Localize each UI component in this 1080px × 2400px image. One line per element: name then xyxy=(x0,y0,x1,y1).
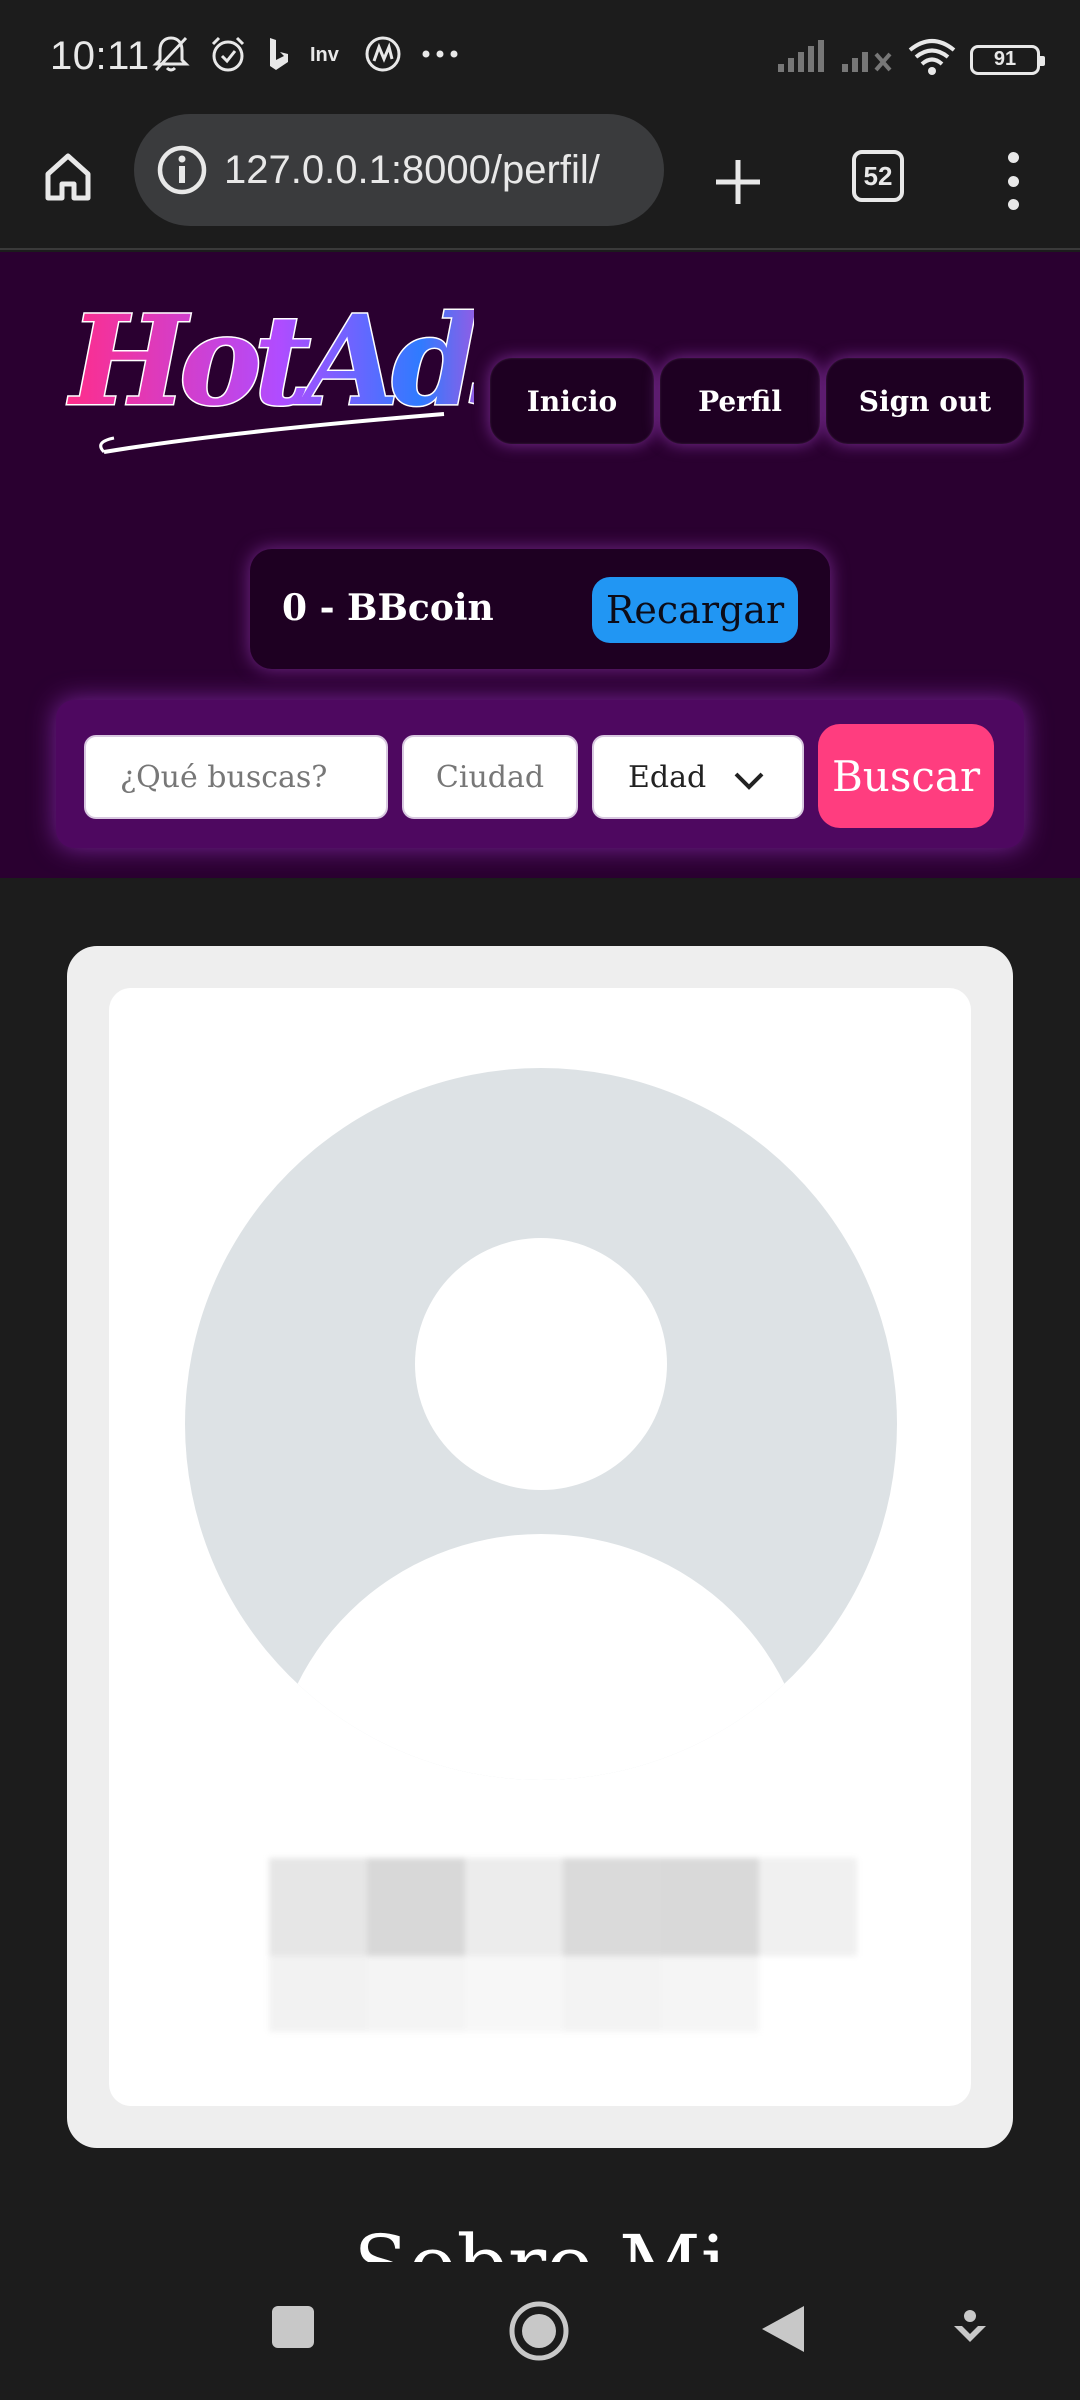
address-bar[interactable]: 127.0.0.1:8000/perfil/ xyxy=(134,114,664,226)
profile-card-inner xyxy=(109,988,971,2106)
wifi-icon xyxy=(908,38,956,81)
nav-inicio-button[interactable]: Inicio xyxy=(490,358,654,444)
battery-level: 91 xyxy=(993,48,1017,70)
assistant-button[interactable] xyxy=(950,2308,990,2353)
signal-icon xyxy=(776,40,826,79)
recent-apps-button[interactable] xyxy=(270,2304,316,2355)
about-me-heading: Sobre Mi xyxy=(0,2210,1080,2262)
search-button[interactable]: Buscar xyxy=(818,724,994,828)
alarm-icon xyxy=(208,34,248,74)
mute-bell-icon xyxy=(152,34,190,74)
more-icon xyxy=(420,48,460,60)
svg-text:Inv: Inv xyxy=(310,44,340,66)
recharge-button[interactable]: Recargar xyxy=(592,577,798,643)
plus-icon xyxy=(716,160,760,204)
home-nav-button[interactable] xyxy=(508,2300,570,2367)
battery-icon: 91 xyxy=(970,44,1045,75)
search-bar: ¿Qué buscas? Ciudad Edad Buscar xyxy=(56,700,1024,848)
nav-sign-out-button[interactable]: Sign out xyxy=(826,358,1024,444)
coin-balance: 0 - BBcoin xyxy=(282,587,494,629)
home-icon xyxy=(45,153,91,201)
down-arrow-icon xyxy=(954,2310,986,2342)
inv-icon: Inv xyxy=(310,39,346,69)
hotads-logo[interactable]: HotAds xyxy=(64,282,548,462)
age-select[interactable]: Edad xyxy=(592,735,804,819)
chevron-down-icon xyxy=(734,772,764,790)
status-bar: 10:11 Inv 91 xyxy=(0,0,1080,110)
tab-switcher-button[interactable]: 52 xyxy=(852,150,904,202)
system-status-icons: 91 xyxy=(776,38,1045,81)
avatar-placeholder-icon xyxy=(185,1068,897,1780)
coin-balance-box: 0 - BBcoin Recargar xyxy=(250,549,830,669)
signal-off-icon xyxy=(840,40,894,79)
url-text[interactable]: 127.0.0.1:8000/perfil/ xyxy=(224,148,600,193)
about-me-title: Sobre Mi xyxy=(0,2210,1080,2262)
back-triangle-icon xyxy=(762,2306,804,2352)
browser-menu-button[interactable] xyxy=(990,146,1036,216)
home-button[interactable] xyxy=(36,144,100,208)
nav-perfil-button[interactable]: Perfil xyxy=(660,358,820,444)
main-nav: Inicio Perfil Sign out xyxy=(490,358,1024,444)
circle-home-icon xyxy=(509,2301,569,2361)
status-time: 10:11 xyxy=(50,34,150,78)
bing-icon xyxy=(266,36,292,72)
site-header: HotAds Inicio Perfil Sign out 0 - BBcoin… xyxy=(0,252,1080,878)
back-button[interactable] xyxy=(760,2304,806,2359)
notification-icons: Inv xyxy=(152,34,460,74)
site-info-icon[interactable] xyxy=(154,142,210,198)
profile-name-blurred xyxy=(269,1858,857,2032)
search-query-input[interactable]: ¿Qué buscas? xyxy=(84,735,388,819)
new-tab-button[interactable] xyxy=(700,144,776,220)
square-icon xyxy=(272,2306,314,2348)
browser-toolbar: 127.0.0.1:8000/perfil/ 52 xyxy=(0,110,1080,250)
system-navigation-bar xyxy=(0,2262,1080,2400)
age-select-value: Edad xyxy=(628,759,707,795)
app-icon xyxy=(364,35,402,73)
profile-card xyxy=(67,946,1013,2148)
logo-text: HotAds xyxy=(67,289,474,434)
search-city-input[interactable]: Ciudad xyxy=(402,735,578,819)
